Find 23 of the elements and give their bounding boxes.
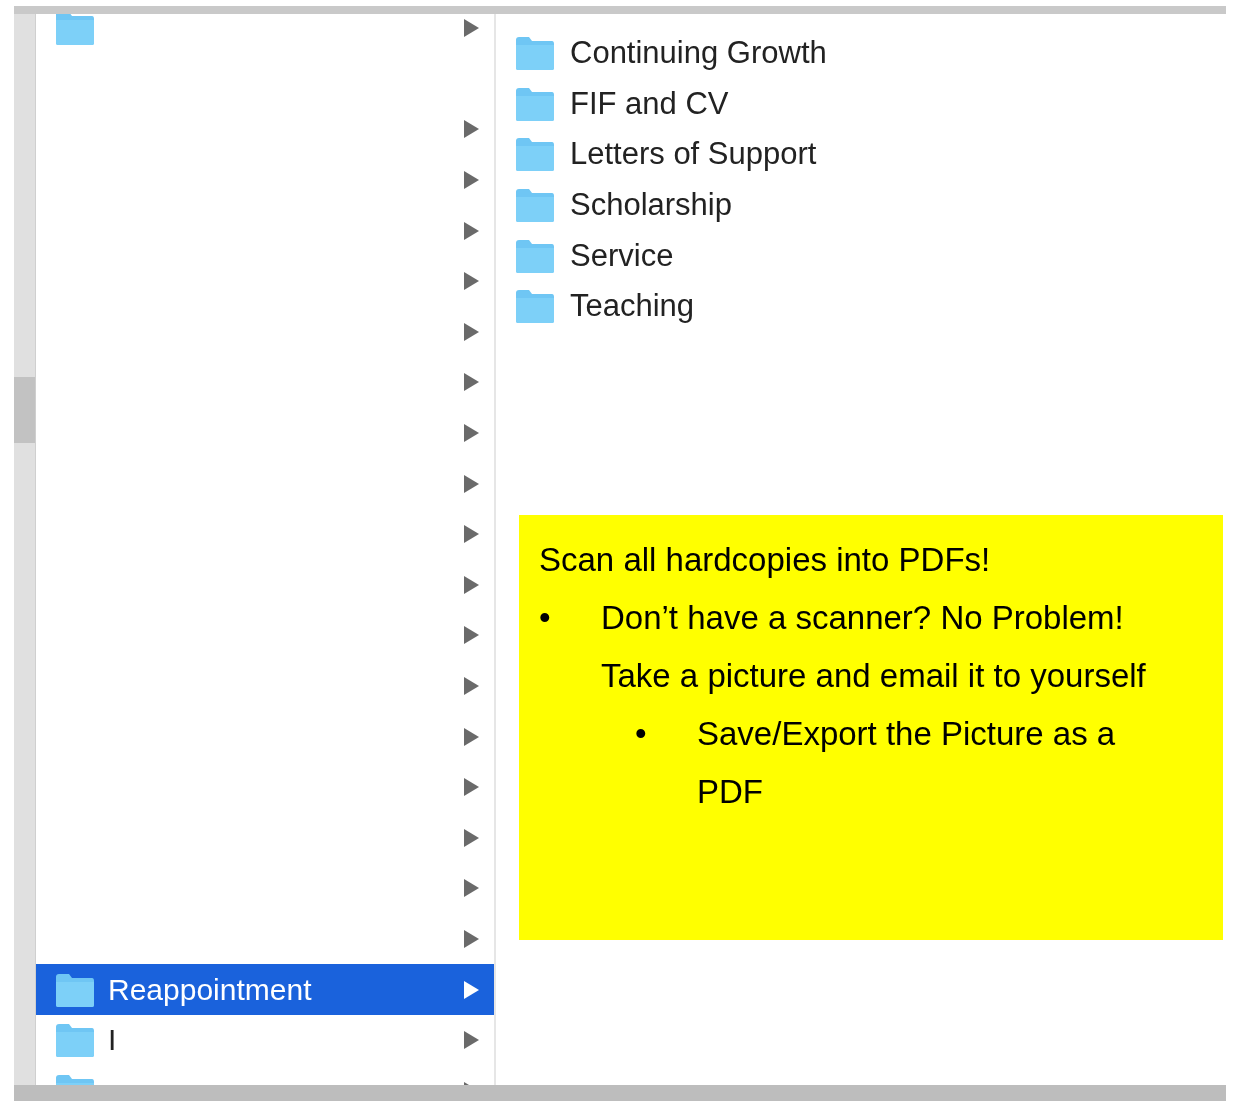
folder-icon	[514, 136, 556, 173]
folder-name: Reappointment	[108, 972, 312, 1007]
folder-name[interactable]: Continuing Growth	[570, 35, 827, 72]
note-heading: Scan all hardcopies into PDFs!	[539, 540, 992, 580]
bullet-icon: •	[635, 705, 697, 821]
note-text: Save/Export the Picture as a PDF	[697, 714, 1117, 812]
folder-row[interactable]: I	[36, 1014, 494, 1066]
folder-name[interactable]: Service	[570, 237, 674, 274]
folder-row[interactable]: Reappointment	[36, 964, 494, 1015]
folder-name[interactable]: Teaching	[570, 288, 695, 325]
folder-name[interactable]: Scholarship	[570, 187, 732, 224]
folder-icon	[514, 288, 556, 325]
folder-icon	[514, 237, 556, 274]
folder-icon	[514, 35, 556, 72]
note-text: Don’t have a scanner? No Problem! Take a picture and email it to yourself	[601, 598, 1147, 696]
scrollbar-track[interactable]	[14, 14, 36, 1085]
folder-name[interactable]: FIF and CV	[570, 85, 729, 122]
bullet-icon: •	[539, 589, 601, 705]
scrollbar-thumb[interactable]	[14, 377, 35, 443]
folder-icon	[514, 85, 556, 122]
folder-icon	[514, 187, 556, 224]
folder-name[interactable]: Letters of Support	[570, 136, 817, 173]
folder-name: I	[108, 1023, 117, 1058]
